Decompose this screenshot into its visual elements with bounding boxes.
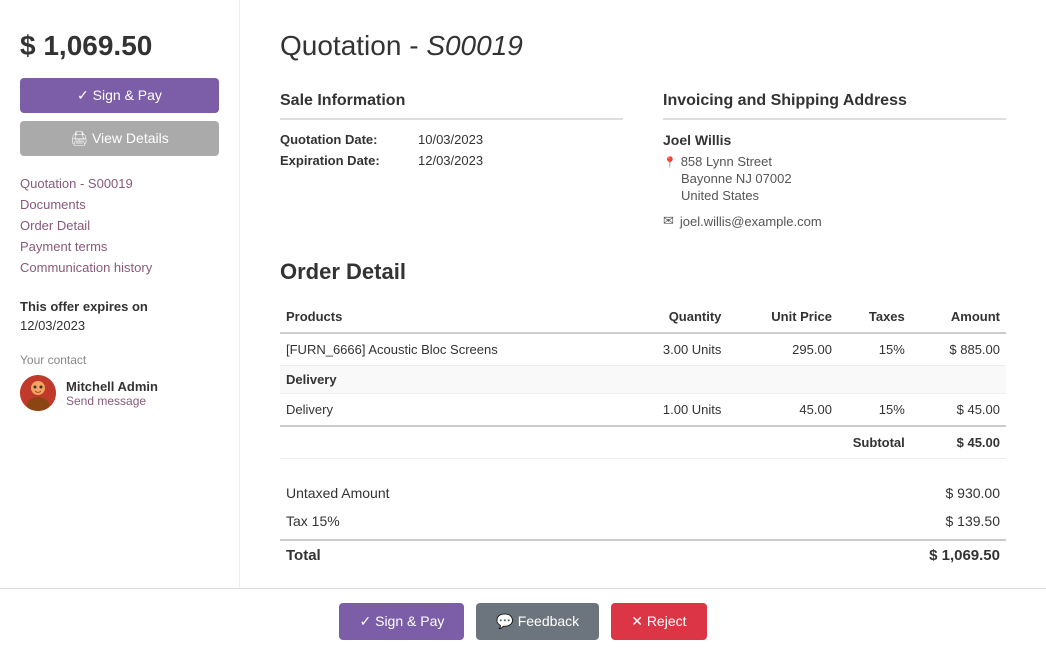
footer-bar: Sign & Pay Feedback Reject bbox=[0, 588, 1046, 654]
main-content: Quotation - S00019 Sale Information Quot… bbox=[240, 0, 1046, 654]
address-block: 858 Lynn Street Bayonne NJ 07002 United … bbox=[663, 154, 1006, 203]
subtotal-label: Subtotal bbox=[280, 426, 911, 459]
address-street-line: 858 Lynn Street bbox=[663, 154, 1006, 169]
quotation-date-label: Quotation Date: bbox=[280, 132, 410, 147]
delivery-amount: $ 45.00 bbox=[911, 394, 1006, 427]
col-header-amount: Amount bbox=[911, 301, 1006, 333]
sale-information-section: Sale Information Quotation Date: 10/03/2… bbox=[280, 92, 623, 229]
untaxed-label: Untaxed Amount bbox=[286, 485, 390, 501]
address-section: Invoicing and Shipping Address Joel Will… bbox=[663, 92, 1006, 229]
contact-message-link[interactable]: Send message bbox=[66, 394, 158, 408]
envelope-icon bbox=[663, 213, 674, 229]
delivery-quantity: 1.00 Units bbox=[620, 394, 727, 427]
footer-sign-pay-button[interactable]: Sign & Pay bbox=[339, 603, 464, 640]
sidebar: $ 1,069.50 Sign & Pay View Details Quota… bbox=[0, 0, 240, 654]
address-section-title: Invoicing and Shipping Address bbox=[663, 92, 1006, 120]
sale-info-title: Sale Information bbox=[280, 92, 623, 120]
sidebar-amount: $ 1,069.50 bbox=[20, 30, 219, 62]
delivery-unit-price: 45.00 bbox=[727, 394, 838, 427]
footer-check-icon bbox=[359, 613, 375, 629]
untaxed-amount-row: Untaxed Amount $ 930.00 bbox=[280, 479, 1006, 507]
col-header-unit-price: Unit Price bbox=[727, 301, 838, 333]
pin-icon bbox=[663, 154, 677, 169]
order-table: Products Quantity Unit Price Taxes Amoun… bbox=[280, 301, 1006, 459]
tax-value: $ 139.50 bbox=[946, 513, 1001, 529]
sidebar-expires-date: 12/03/2023 bbox=[20, 318, 219, 333]
untaxed-value: $ 930.00 bbox=[946, 485, 1001, 501]
col-header-taxes: Taxes bbox=[838, 301, 911, 333]
product-taxes: 15% bbox=[838, 333, 911, 366]
sidebar-expires-label: This offer expires on bbox=[20, 299, 219, 314]
address-country-line: United States bbox=[663, 188, 1006, 203]
address-name: Joel Willis bbox=[663, 132, 1006, 148]
sidebar-sign-pay-button[interactable]: Sign & Pay bbox=[20, 78, 219, 113]
delivery-group-label: Delivery bbox=[280, 366, 1006, 394]
col-header-quantity: Quantity bbox=[620, 301, 727, 333]
sidebar-item-payment-terms[interactable]: Payment terms bbox=[20, 239, 219, 254]
sidebar-item-communication-history[interactable]: Communication history bbox=[20, 260, 219, 275]
print-icon bbox=[70, 130, 92, 146]
address-email-line: joel.willis@example.com bbox=[663, 213, 1006, 229]
tax-row: Tax 15% $ 139.50 bbox=[280, 507, 1006, 535]
expiration-date-row: Expiration Date: 12/03/2023 bbox=[280, 153, 623, 168]
footer-reject-button[interactable]: Reject bbox=[611, 603, 706, 640]
expiration-date-value: 12/03/2023 bbox=[418, 153, 483, 168]
total-row: Total $ 1,069.50 bbox=[280, 539, 1006, 570]
subtotal-row: Subtotal $ 45.00 bbox=[280, 426, 1006, 459]
col-header-products: Products bbox=[280, 301, 620, 333]
total-value: $ 1,069.50 bbox=[929, 547, 1000, 564]
sidebar-contact: Mitchell Admin Send message bbox=[20, 375, 219, 411]
footer-feedback-button[interactable]: Feedback bbox=[476, 603, 599, 640]
sidebar-item-order-detail[interactable]: Order Detail bbox=[20, 218, 219, 233]
page-title: Quotation - S00019 bbox=[280, 30, 1006, 62]
address-city-line: Bayonne NJ 07002 bbox=[663, 171, 1006, 186]
footer-times-icon bbox=[631, 613, 647, 629]
product-unit-price: 295.00 bbox=[727, 333, 838, 366]
product-name: [FURN_6666] Acoustic Bloc Screens bbox=[280, 333, 620, 366]
totals-section: Untaxed Amount $ 930.00 Tax 15% $ 139.50… bbox=[280, 479, 1006, 570]
quotation-date-row: Quotation Date: 10/03/2023 bbox=[280, 132, 623, 147]
expiration-date-label: Expiration Date: bbox=[280, 153, 410, 168]
sidebar-item-quotation[interactable]: Quotation - S00019 bbox=[20, 176, 219, 191]
total-label: Total bbox=[286, 547, 321, 564]
tax-label: Tax 15% bbox=[286, 513, 340, 529]
address-email: joel.willis@example.com bbox=[680, 214, 822, 229]
sidebar-contact-label: Your contact bbox=[20, 353, 219, 367]
delivery-product: Delivery bbox=[280, 394, 620, 427]
subtotal-value: $ 45.00 bbox=[911, 426, 1006, 459]
contact-name: Mitchell Admin bbox=[66, 379, 158, 394]
check-icon bbox=[77, 87, 93, 103]
product-amount: $ 885.00 bbox=[911, 333, 1006, 366]
delivery-group-row: Delivery bbox=[280, 366, 1006, 394]
avatar bbox=[20, 375, 56, 411]
delivery-taxes: 15% bbox=[838, 394, 911, 427]
footer-comment-icon bbox=[496, 613, 517, 629]
order-detail-section: Order Detail Products Quantity Unit Pric… bbox=[280, 259, 1006, 570]
sidebar-navigation: Quotation - S00019 Documents Order Detai… bbox=[20, 176, 219, 275]
sidebar-item-documents[interactable]: Documents bbox=[20, 197, 219, 212]
table-row: Delivery 1.00 Units 45.00 15% $ 45.00 bbox=[280, 394, 1006, 427]
sidebar-view-details-button[interactable]: View Details bbox=[20, 121, 219, 156]
order-detail-title: Order Detail bbox=[280, 259, 1006, 285]
quotation-date-value: 10/03/2023 bbox=[418, 132, 483, 147]
product-quantity: 3.00 Units bbox=[620, 333, 727, 366]
table-row: [FURN_6666] Acoustic Bloc Screens 3.00 U… bbox=[280, 333, 1006, 366]
